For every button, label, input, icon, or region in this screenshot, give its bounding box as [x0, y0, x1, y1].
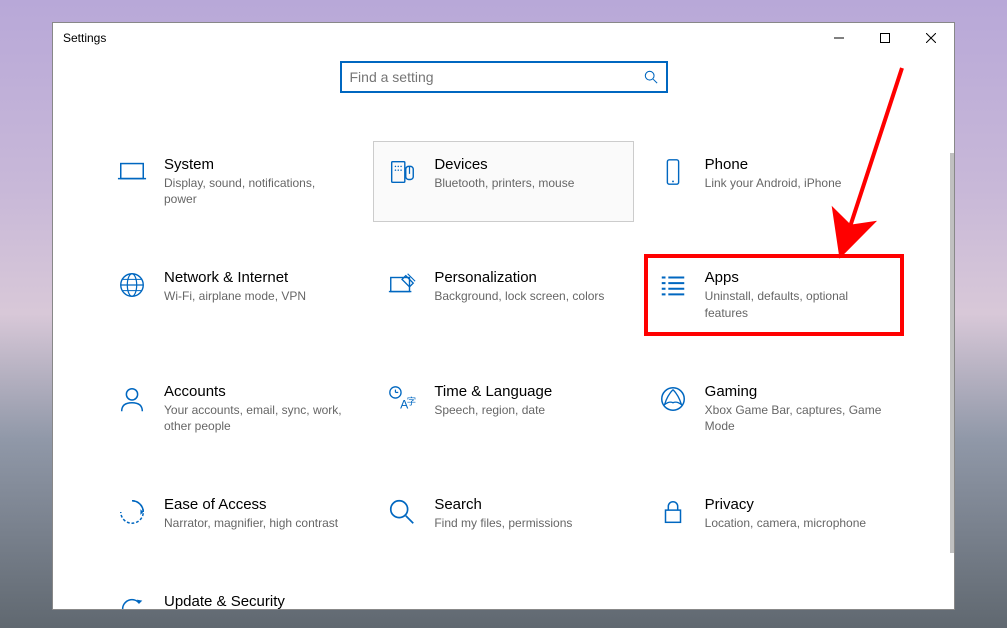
svg-text:字: 字 [407, 395, 416, 406]
tile-phone[interactable]: Phone Link your Android, iPhone [644, 141, 904, 222]
settings-window: Settings [52, 22, 955, 610]
tile-search[interactable]: Search Find my files, permissions [373, 481, 633, 546]
search-icon [644, 70, 658, 84]
tile-desc: Location, camera, microphone [705, 515, 891, 531]
tile-network[interactable]: Network & Internet Wi-Fi, airplane mode,… [103, 254, 363, 335]
gaming-icon [657, 383, 689, 415]
window-controls [816, 23, 954, 53]
tile-title: Privacy [705, 496, 891, 513]
scrollbar-thumb[interactable] [950, 153, 954, 553]
tile-ease-of-access[interactable]: Ease of Access Narrator, magnifier, high… [103, 481, 363, 546]
tile-title: Network & Internet [164, 269, 350, 286]
tile-desc: Find my files, permissions [434, 515, 620, 531]
tile-desc: Uninstall, defaults, optional features [705, 288, 891, 320]
tile-title: Devices [434, 156, 620, 173]
tile-title: Search [434, 496, 620, 513]
tile-title: Personalization [434, 269, 620, 286]
tile-title: Gaming [705, 383, 891, 400]
titlebar: Settings [53, 23, 954, 53]
close-button[interactable] [908, 23, 954, 53]
scrollbar[interactable] [942, 153, 954, 609]
tile-desc: Xbox Game Bar, captures, Game Mode [705, 402, 891, 434]
tile-title: Phone [705, 156, 891, 173]
tile-desc: Speech, region, date [434, 402, 620, 418]
minimize-button[interactable] [816, 23, 862, 53]
search-container [53, 61, 954, 93]
settings-grid: System Display, sound, notifications, po… [103, 141, 904, 609]
ease-of-access-icon [116, 496, 148, 528]
maximize-button[interactable] [862, 23, 908, 53]
window-title: Settings [63, 31, 106, 45]
tile-accounts[interactable]: Accounts Your accounts, email, sync, wor… [103, 368, 363, 449]
apps-icon [657, 269, 689, 301]
search-box[interactable] [340, 61, 668, 93]
time-language-icon: A字 [386, 383, 418, 415]
tile-title: System [164, 156, 350, 173]
tile-privacy[interactable]: Privacy Location, camera, microphone [644, 481, 904, 546]
tile-title: Accounts [164, 383, 350, 400]
tile-gaming[interactable]: Gaming Xbox Game Bar, captures, Game Mod… [644, 368, 904, 449]
tile-update-security[interactable]: Update & Security [103, 578, 363, 609]
tile-system[interactable]: System Display, sound, notifications, po… [103, 141, 363, 222]
search-input[interactable] [350, 69, 644, 85]
tile-apps[interactable]: Apps Uninstall, defaults, optional featu… [644, 254, 904, 335]
tile-title: Update & Security [164, 593, 350, 609]
tile-desc: Narrator, magnifier, high contrast [164, 515, 350, 531]
phone-icon [657, 156, 689, 188]
tile-desc: Display, sound, notifications, power [164, 175, 350, 207]
tile-desc: Your accounts, email, sync, work, other … [164, 402, 350, 434]
tile-desc: Background, lock screen, colors [434, 288, 620, 304]
tile-title: Time & Language [434, 383, 620, 400]
personalization-icon [386, 269, 418, 301]
search-tile-icon [386, 496, 418, 528]
system-icon [116, 156, 148, 188]
tile-desc: Wi-Fi, airplane mode, VPN [164, 288, 350, 304]
content-area: System Display, sound, notifications, po… [53, 93, 954, 609]
tile-title: Apps [705, 269, 891, 286]
tile-desc: Bluetooth, printers, mouse [434, 175, 620, 191]
tile-devices[interactable]: Devices Bluetooth, printers, mouse [373, 141, 633, 222]
tile-desc: Link your Android, iPhone [705, 175, 891, 191]
tile-title: Ease of Access [164, 496, 350, 513]
accounts-icon [116, 383, 148, 415]
tile-personalization[interactable]: Personalization Background, lock screen,… [373, 254, 633, 335]
update-icon [116, 593, 148, 609]
tile-time-language[interactable]: A字 Time & Language Speech, region, date [373, 368, 633, 449]
devices-icon [386, 156, 418, 188]
globe-icon [116, 269, 148, 301]
lock-icon [657, 496, 689, 528]
